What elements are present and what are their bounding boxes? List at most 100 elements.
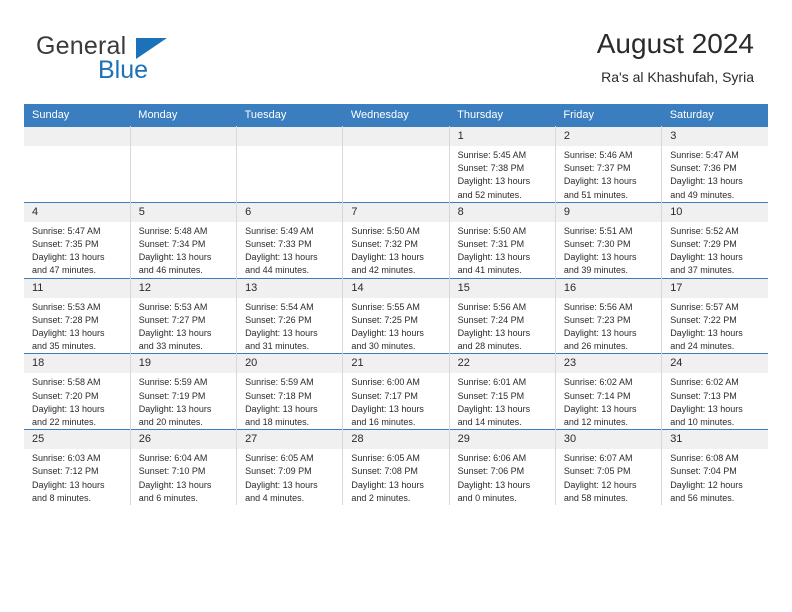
day-detail-line: Sunset: 7:38 PM [457,163,525,174]
calendar-day-cell[interactable]: 29 Sunrise: 6:06 AM Sunset: 7:06 PM Dayligh… [449,429,556,506]
day-details: Sunrise: 5:51 AM Sunset: 7:30 PM Daylight:… [556,222,661,278]
day-detail-line: and 41 minutes. [457,265,522,276]
day-number: 1 [449,127,555,146]
day-number: 16 [555,278,662,298]
day-details: Sunrise: 5:47 AM Sunset: 7:36 PM Daylight:… [662,146,768,202]
day-detail-line: Sunset: 7:30 PM [563,239,631,250]
day-number: 8 [449,202,555,222]
calendar-day-cell[interactable]: 20 Sunrise: 5:59 AM Sunset: 7:18 PM Dayligh… [236,353,344,430]
day-detail-line: Sunrise: 6:06 AM [457,453,527,464]
day-details: Sunrise: 5:56 AM Sunset: 7:24 PM Daylight:… [450,298,555,354]
day-detail-line: Daylight: 13 hours [351,403,424,414]
calendar-day-cell[interactable]: 26 Sunrise: 6:04 AM Sunset: 7:10 PM Dayligh… [130,429,238,506]
day-detail-line: Sunrise: 5:56 AM [457,301,527,312]
day-number: 3 [662,127,768,146]
day-details: Sunrise: 5:52 AM Sunset: 7:29 PM Daylight:… [662,222,768,278]
day-detail-line: and 22 minutes. [32,417,97,428]
day-detail-line: Sunrise: 5:57 AM [670,301,739,312]
day-detail-line: Sunrise: 6:08 AM [670,453,739,464]
day-detail-line: Daylight: 13 hours [138,328,212,339]
calendar-day-cell[interactable]: 13 Sunrise: 5:54 AM Sunset: 7:26 PM Dayligh… [236,277,344,354]
day-detail-line: Sunrise: 6:05 AM [351,453,420,464]
day-details: Sunrise: 6:06 AM Sunset: 7:06 PM Daylight:… [450,449,555,505]
day-number: 30 [555,430,662,450]
calendar-day-cell[interactable]: 17 Sunrise: 5:57 AM Sunset: 7:22 PM Dayligh… [661,277,768,354]
calendar-day-cell-empty [236,126,344,203]
day-detail-line: and 49 minutes. [670,189,735,200]
calendar-day-cell[interactable]: 4 Sunrise: 5:47 AM Sunset: 7:35 PM Daylight… [24,201,131,279]
calendar-day-cell[interactable]: 31 Sunrise: 6:08 AM Sunset: 7:04 PM Dayligh… [661,429,768,506]
day-detail-line: Sunrise: 6:03 AM [32,453,101,464]
day-detail-line: Daylight: 13 hours [245,328,318,339]
day-detail-line: Sunset: 7:27 PM [138,314,206,325]
day-detail-line: Daylight: 13 hours [670,252,743,263]
day-details: Sunrise: 5:50 AM Sunset: 7:31 PM Daylight:… [450,222,555,278]
calendar-day-cell[interactable]: 5 Sunrise: 5:48 AM Sunset: 7:34 PM Daylight… [130,201,238,279]
day-detail-line: Sunrise: 5:50 AM [457,225,527,236]
calendar-table: Sunday Monday Tuesday Wednesday Thursday Frid… [24,104,768,506]
day-number: 10 [662,202,768,222]
calendar-day-cell[interactable]: 27 Sunrise: 6:05 AM Sunset: 7:09 PM Dayligh… [236,429,344,506]
day-detail-line: Daylight: 13 hours [245,403,318,414]
day-detail-line: Sunrise: 5:54 AM [245,301,314,312]
day-detail-line: Sunset: 7:22 PM [670,314,737,325]
day-number: 18 [24,354,130,374]
day-detail-line: Daylight: 13 hours [457,252,531,263]
calendar-day-cell[interactable]: 15 Sunrise: 5:56 AM Sunset: 7:24 PM Dayligh… [449,277,556,354]
calendar-day-cell[interactable]: 7 Sunrise: 5:50 AM Sunset: 7:32 PM Daylight… [342,201,450,279]
day-detail-line: and 12 minutes. [563,417,628,428]
day-detail-line: Sunrise: 5:51 AM [563,225,633,236]
calendar-day-cell-empty [130,126,238,203]
day-number: 14 [343,278,449,298]
brand-logo[interactable]: General Blue [36,32,266,88]
calendar-day-cell[interactable]: 28 Sunrise: 6:05 AM Sunset: 7:08 PM Dayligh… [342,429,450,506]
calendar-day-cell[interactable]: 24 Sunrise: 6:02 AM Sunset: 7:13 PM Dayligh… [661,353,768,430]
calendar-day-cell[interactable]: 9 Sunrise: 5:51 AM Sunset: 7:30 PM Daylight… [555,201,663,279]
calendar-day-cell[interactable]: 2 Sunrise: 5:46 AM Sunset: 7:37 PM Daylight… [555,126,663,203]
day-detail-line: Sunrise: 5:49 AM [245,225,314,236]
calendar-day-cell[interactable]: 22 Sunrise: 6:01 AM Sunset: 7:15 PM Dayligh… [449,353,556,430]
day-detail-line: Sunrise: 6:07 AM [563,453,633,464]
calendar-day-cell[interactable]: 6 Sunrise: 5:49 AM Sunset: 7:33 PM Daylight… [236,201,344,279]
day-detail-line: and 52 minutes. [457,189,522,200]
calendar-day-cell[interactable]: 11 Sunrise: 5:53 AM Sunset: 7:28 PM Dayligh… [24,277,131,354]
day-number: 9 [555,202,662,222]
calendar-day-cell[interactable]: 14 Sunrise: 5:55 AM Sunset: 7:25 PM Dayligh… [342,277,450,354]
day-detail-line: and 24 minutes. [670,341,735,352]
calendar-day-cell[interactable]: 1 Sunrise: 5:45 AM Sunset: 7:38 PM Daylight… [449,126,556,203]
calendar-day-cell[interactable]: 16 Sunrise: 5:56 AM Sunset: 7:23 PM Dayligh… [555,277,663,354]
weekday-header-thursday: Thursday [449,104,556,127]
day-detail-line: and 31 minutes. [245,341,310,352]
day-detail-line: Sunset: 7:18 PM [245,390,312,401]
day-detail-line: Sunrise: 6:04 AM [138,453,208,464]
calendar-day-cell[interactable]: 19 Sunrise: 5:59 AM Sunset: 7:19 PM Dayligh… [130,353,238,430]
calendar-day-cell[interactable]: 8 Sunrise: 5:50 AM Sunset: 7:31 PM Daylight… [449,201,556,279]
calendar-day-cell[interactable]: 23 Sunrise: 6:02 AM Sunset: 7:14 PM Dayligh… [555,353,663,430]
day-details: Sunrise: 6:02 AM Sunset: 7:14 PM Daylight:… [556,373,661,429]
day-details: Sunrise: 5:46 AM Sunset: 7:37 PM Daylight:… [556,146,661,202]
day-details [24,146,130,149]
day-details: Sunrise: 5:57 AM Sunset: 7:22 PM Daylight:… [662,298,768,354]
calendar-day-cell[interactable]: 30 Sunrise: 6:07 AM Sunset: 7:05 PM Dayligh… [555,429,663,506]
day-detail-line: Sunset: 7:32 PM [351,239,418,250]
calendar-day-cell[interactable]: 12 Sunrise: 5:53 AM Sunset: 7:27 PM Dayligh… [130,277,238,354]
calendar-day-cell[interactable]: 21 Sunrise: 6:00 AM Sunset: 7:17 PM Dayligh… [342,353,450,430]
day-detail-line: and 14 minutes. [457,417,522,428]
calendar-day-cell[interactable]: 3 Sunrise: 5:47 AM Sunset: 7:36 PM Daylight… [661,126,768,203]
day-detail-line: Sunset: 7:12 PM [32,466,99,477]
day-detail-line: and 8 minutes. [32,492,92,503]
calendar-week-row: 25 Sunrise: 6:03 AM Sunset: 7:12 PM Dayligh… [24,429,768,506]
day-detail-line: Daylight: 13 hours [670,176,743,187]
weekday-header-friday: Friday [555,104,662,127]
calendar-day-cell[interactable]: 25 Sunrise: 6:03 AM Sunset: 7:12 PM Dayligh… [24,429,131,506]
calendar-week-row: 11 Sunrise: 5:53 AM Sunset: 7:28 PM Dayligh… [24,277,768,354]
calendar-day-cell[interactable]: 10 Sunrise: 5:52 AM Sunset: 7:29 PM Dayligh… [661,201,768,279]
day-detail-line: Sunset: 7:14 PM [563,390,631,401]
day-details: Sunrise: 5:47 AM Sunset: 7:35 PM Daylight:… [24,222,130,278]
day-detail-line: Sunrise: 5:46 AM [563,150,633,160]
calendar-body: 1 Sunrise: 5:45 AM Sunset: 7:38 PM Daylight… [24,126,768,506]
day-number: 11 [24,278,130,298]
calendar-page: General Blue August 2024 Ra's al Khashuf… [0,0,792,612]
calendar-day-cell[interactable]: 18 Sunrise: 5:58 AM Sunset: 7:20 PM Dayligh… [24,353,131,430]
day-detail-line: and 0 minutes. [457,492,517,503]
